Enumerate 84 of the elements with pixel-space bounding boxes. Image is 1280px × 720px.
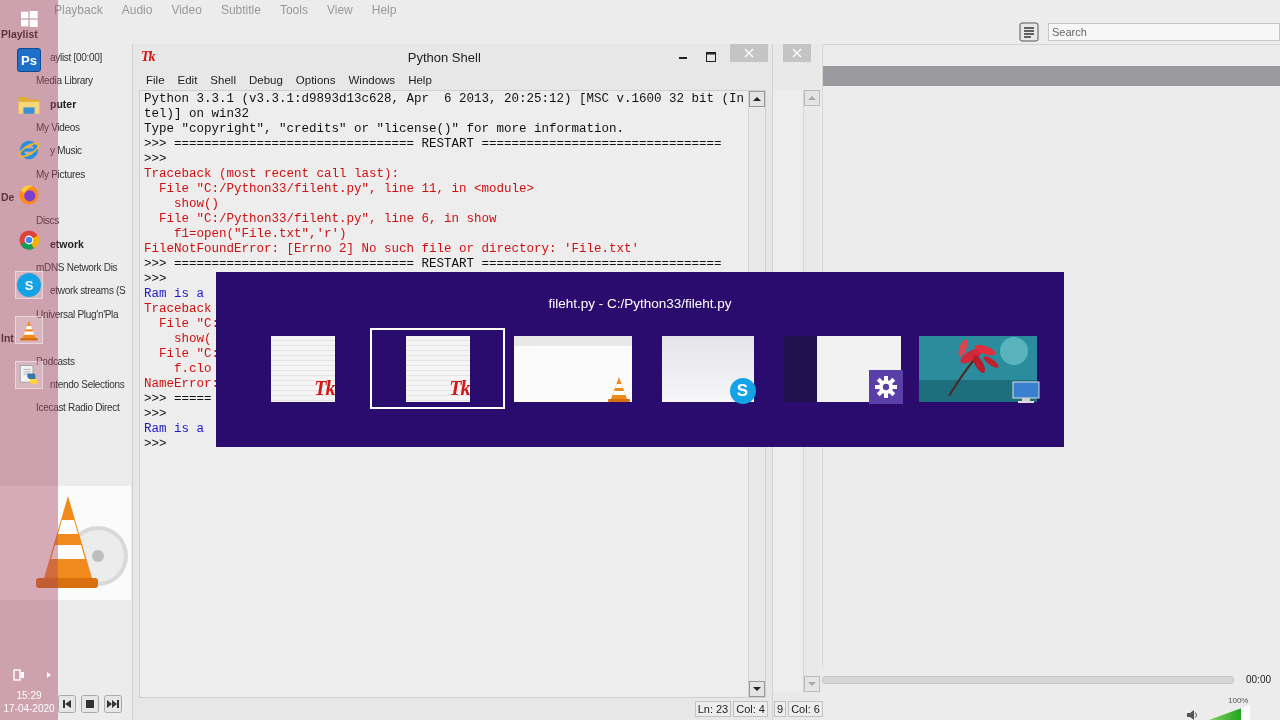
clock-date: 17-04-2020 bbox=[3, 703, 55, 714]
section-header: etwork bbox=[50, 238, 84, 251]
browser-icon bbox=[17, 228, 41, 252]
sidebar-item[interactable]: etwork streams (S bbox=[50, 285, 126, 297]
sidebar-item[interactable]: My Pictures bbox=[36, 168, 85, 180]
code-line: show( bbox=[173, 332, 212, 346]
sidebar-item[interactable]: ntendo Selections bbox=[50, 379, 125, 391]
code-line: f.clo bbox=[173, 362, 212, 376]
browser-icon bbox=[17, 183, 41, 207]
section-header: Playlist bbox=[1, 27, 38, 40]
elapsed-time: 00:00 bbox=[1246, 674, 1272, 685]
speaker-icon[interactable] bbox=[1186, 709, 1198, 720]
switcher-item[interactable]: Tk bbox=[370, 328, 505, 409]
code-line: File "C: bbox=[158, 347, 219, 361]
tk-logo: Tk bbox=[141, 49, 155, 65]
taskbar-button[interactable] bbox=[15, 316, 43, 344]
section-header: De bbox=[1, 191, 15, 204]
menu-item[interactable]: Debug bbox=[248, 74, 283, 86]
code-line: Ram is a bbox=[144, 422, 204, 436]
code-line: NameError: bbox=[144, 377, 219, 391]
close-icon bbox=[792, 48, 802, 58]
code-line: >>> bbox=[144, 152, 167, 166]
volume-reading: 100% bbox=[1228, 696, 1249, 705]
code-line: FileNotFoundError: [Errno 2] No such file or directory: 'File.txt' bbox=[144, 242, 640, 256]
status-text: 9 bbox=[774, 701, 787, 717]
window-title: Python Shell bbox=[406, 49, 482, 65]
menu-item[interactable]: Help bbox=[408, 74, 432, 86]
playlist-view-icon[interactable] bbox=[1019, 22, 1039, 42]
section-header: puter bbox=[50, 97, 77, 110]
stop-icon[interactable] bbox=[81, 695, 99, 713]
sidebar-item[interactable]: aylist [00:00] bbox=[50, 51, 102, 63]
code-line: File "C:/Python33/fileht.py", line 11, in <module> bbox=[158, 182, 535, 196]
close-icon bbox=[744, 48, 754, 58]
sidebar-item[interactable]: Universal Plug'n'Pla bbox=[36, 308, 119, 320]
sidebar-item[interactable]: My Videos bbox=[36, 121, 80, 133]
code-line: Type "copyright", "credits" or "license()" for more information. bbox=[144, 122, 625, 136]
menu-item[interactable]: Windows bbox=[348, 74, 396, 86]
status-text: Col: 4 bbox=[733, 701, 768, 717]
code-line: Traceback (most recent call last): bbox=[144, 167, 400, 181]
next-icon[interactable] bbox=[104, 695, 122, 713]
code-line: show() bbox=[173, 197, 219, 211]
code-line: Ram is a bbox=[144, 287, 204, 301]
code-line: >>> ================================ RESTART ================================ bbox=[144, 137, 722, 151]
code-line: >>> bbox=[144, 437, 167, 451]
sidebar-item[interactable]: Media Library bbox=[36, 74, 93, 86]
tk-logo: Tk bbox=[449, 376, 470, 400]
code-line: Python 3.3.1 (v3.3.1:d9893d13c628, Apr 6 2013, 20:25:12) [MSC v.1600 32 bit (In bbox=[144, 92, 745, 106]
switcher-title: fileht.py - C:/Python33/fileht.py bbox=[548, 296, 732, 312]
code-line: >>> bbox=[144, 407, 167, 421]
code-line: Traceback bbox=[144, 302, 212, 316]
sidebar-item[interactable]: Icecast Radio Direct bbox=[36, 402, 120, 414]
caret-icon[interactable] bbox=[46, 671, 52, 679]
maximize-icon[interactable] bbox=[705, 51, 717, 63]
sidebar-item[interactable]: mDNS Network Dis bbox=[36, 262, 118, 274]
code-line: >>> ===== bbox=[144, 392, 212, 406]
sidebar-item[interactable]: y Music bbox=[50, 145, 82, 157]
sidebar-item[interactable]: Podcasts bbox=[36, 355, 75, 367]
menu-item[interactable]: File bbox=[146, 74, 165, 86]
status-text: Col: 6 bbox=[788, 701, 823, 717]
code-line: File "C:/Python33/fileht.py", line 6, in show bbox=[158, 212, 497, 226]
script-icon bbox=[17, 363, 41, 387]
start-icon bbox=[18, 8, 40, 29]
search-field[interactable]: Search bbox=[1048, 23, 1280, 41]
chat-app-icon: S bbox=[729, 377, 756, 404]
section-header: Int bbox=[1, 331, 14, 344]
browser-icon bbox=[17, 138, 41, 162]
device-icon[interactable] bbox=[12, 668, 26, 682]
code-line: tel)] on win32 bbox=[144, 107, 250, 121]
code-line: >>> bbox=[144, 272, 167, 286]
taskbar-button[interactable]: Ps bbox=[15, 46, 43, 74]
menu-item[interactable]: Edit bbox=[177, 74, 198, 86]
code-line: f1=open("File.txt",'r') bbox=[173, 227, 347, 241]
tk-logo: Tk bbox=[314, 376, 335, 400]
scroll-down-icon[interactable] bbox=[749, 681, 766, 697]
scroll-up-icon[interactable] bbox=[749, 91, 766, 107]
menu-item[interactable]: Options bbox=[295, 74, 336, 86]
status-text: Ln: 23 bbox=[694, 701, 732, 717]
menu-item[interactable]: Shell bbox=[210, 74, 236, 86]
code-line: >>> ================================ RESTART ================================ bbox=[144, 257, 722, 271]
monitor-icon bbox=[1011, 380, 1040, 403]
clock-time: 15:29 bbox=[16, 690, 42, 701]
code-line: File "C: bbox=[158, 317, 219, 331]
previous-icon[interactable] bbox=[58, 695, 76, 713]
switcher-item[interactable]: Tk bbox=[235, 328, 370, 409]
